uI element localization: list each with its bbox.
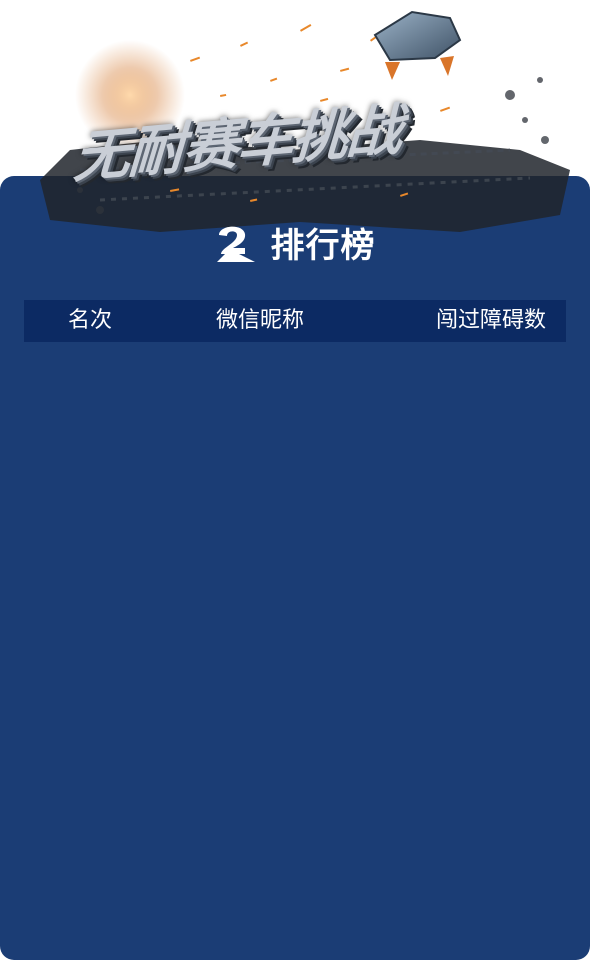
leaderboard-title: 排行榜	[270, 225, 376, 266]
leaderboard-table-header: 名次 微信昵称 闯过障碍数	[24, 300, 566, 342]
column-header-rank: 名次	[68, 308, 113, 333]
column-header-obstacles: 闯过障碍数	[435, 308, 546, 333]
column-header-nickname: 微信昵称	[216, 308, 305, 333]
leaderboard-logo-icon	[216, 226, 255, 262]
leaderboard-heading: 排行榜	[0, 218, 590, 266]
leaderboard-panel	[0, 176, 590, 960]
game-page: 无耐赛车挑战 排行榜 名次 微信昵称 闯过障碍数	[0, 0, 590, 960]
game-banner: 无耐赛车挑战	[40, 0, 570, 240]
